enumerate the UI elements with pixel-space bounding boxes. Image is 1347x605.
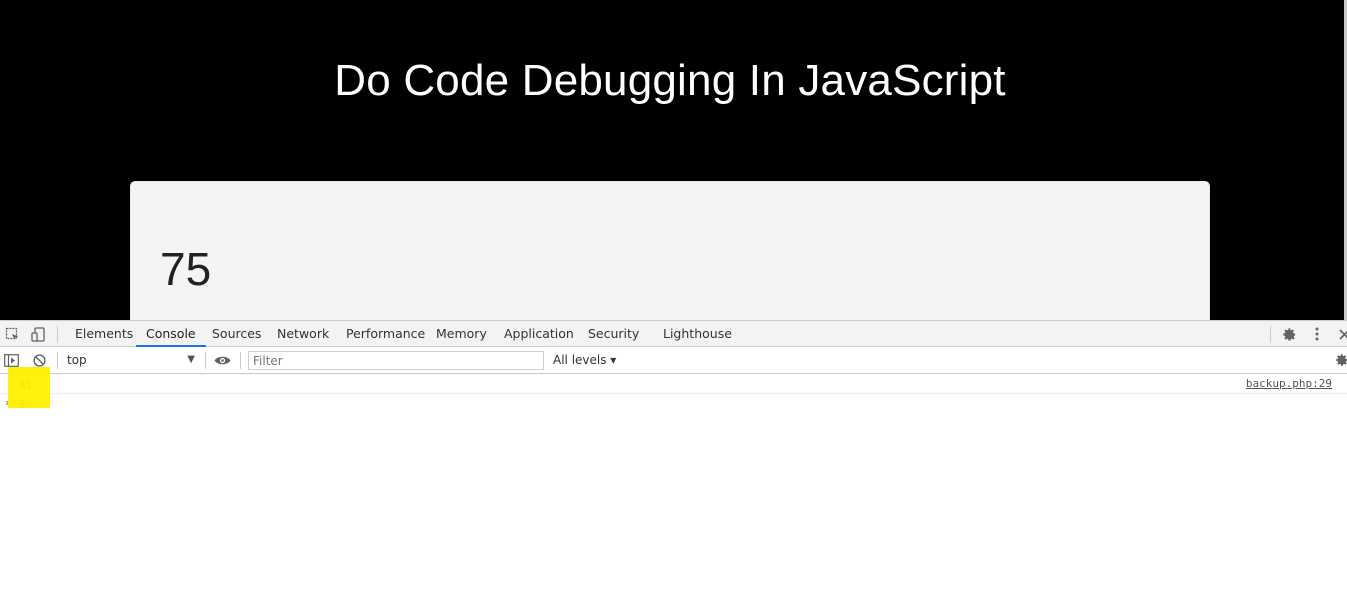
devtools-panel: Elements Console Sources Network Perform… bbox=[0, 320, 1347, 605]
toolbar-divider bbox=[57, 352, 58, 369]
page-title: Do Code Debugging In JavaScript bbox=[334, 56, 1006, 105]
console-toolbar: top ▼ All levels ▾ bbox=[0, 347, 1347, 374]
toolbar-divider-3 bbox=[240, 352, 241, 369]
context-value: top bbox=[67, 353, 87, 367]
console-prompt[interactable]: › 5 bbox=[0, 394, 1347, 414]
tabbar-right-divider bbox=[1270, 326, 1271, 343]
tab-lighthouse[interactable]: Lighthouse bbox=[663, 321, 732, 347]
console-log-row: 11 backup.php:29 bbox=[0, 374, 1347, 394]
context-selector[interactable]: top ▼ bbox=[60, 351, 200, 369]
filter-input[interactable] bbox=[248, 351, 544, 370]
devtools-tabbar: Elements Console Sources Network Perform… bbox=[0, 320, 1347, 347]
tab-performance[interactable]: Performance bbox=[346, 321, 425, 347]
tab-memory[interactable]: Memory bbox=[436, 321, 487, 347]
tab-security[interactable]: Security bbox=[588, 321, 639, 347]
inspect-element-icon[interactable] bbox=[3, 325, 21, 343]
tab-elements[interactable]: Elements bbox=[75, 321, 133, 347]
toolbar-divider-2 bbox=[205, 352, 206, 369]
result-card: 75 bbox=[130, 181, 1210, 320]
more-options-icon[interactable] bbox=[1308, 325, 1326, 343]
tab-network[interactable]: Network bbox=[277, 321, 329, 347]
console-log-source-link[interactable]: backup.php:29 bbox=[1246, 377, 1332, 390]
console-settings-gear-icon[interactable] bbox=[1333, 351, 1347, 369]
settings-gear-icon[interactable] bbox=[1280, 325, 1298, 343]
close-devtools-icon[interactable] bbox=[1335, 325, 1347, 343]
tab-sources[interactable]: Sources bbox=[212, 321, 261, 347]
dropdown-arrow-icon: ▼ bbox=[187, 354, 195, 365]
page-viewport: Do Code Debugging In JavaScript 75 bbox=[0, 0, 1347, 320]
live-expression-eye-icon[interactable] bbox=[213, 351, 231, 369]
result-value: 75 bbox=[160, 243, 212, 295]
tab-application[interactable]: Application bbox=[504, 321, 574, 347]
device-toolbar-icon[interactable] bbox=[29, 325, 47, 343]
console-output: 11 backup.php:29 › 5 bbox=[0, 374, 1347, 605]
log-levels-dropdown[interactable]: All levels ▾ bbox=[553, 351, 616, 369]
yellow-highlight-marker bbox=[8, 367, 50, 408]
tabbar-divider bbox=[57, 326, 58, 343]
tab-console[interactable]: Console bbox=[136, 321, 206, 347]
